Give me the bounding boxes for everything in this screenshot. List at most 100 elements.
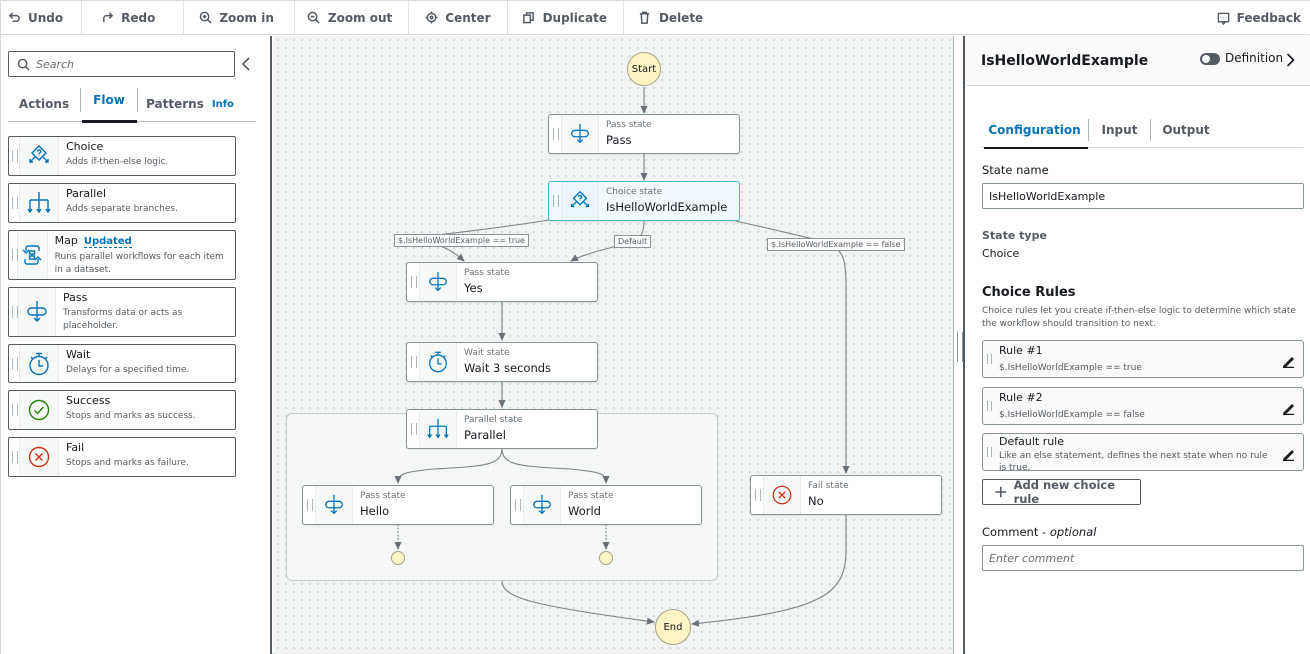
search-input[interactable] (36, 57, 216, 71)
drag-handle[interactable] (9, 231, 18, 279)
flow-item-success[interactable]: Success Stops and marks as success. (8, 390, 236, 430)
tab-configuration[interactable]: Configuration (981, 112, 1088, 149)
node-wait[interactable]: Wait state Wait 3 seconds (406, 342, 598, 382)
flow-item-fail[interactable]: Fail Stops and marks as failure. (8, 437, 236, 477)
choice-icon (571, 190, 589, 208)
flow-item-wait[interactable]: Wait Delays for a specified time. (8, 344, 236, 383)
fail-icon (28, 446, 50, 468)
info-link[interactable]: Info (212, 99, 234, 110)
edit-rule-button[interactable] (1282, 400, 1295, 416)
add-choice-rule-button[interactable]: Add new choice rule (982, 478, 1141, 506)
center-button[interactable]: Center (409, 0, 508, 35)
map-icon (22, 245, 42, 265)
tab-actions[interactable]: Actions (8, 86, 80, 122)
tab-output[interactable]: Output (1151, 112, 1221, 148)
edge-parallel-hello (394, 447, 503, 484)
rule-title: Rule #2 (999, 391, 1043, 404)
state-name-input[interactable] (982, 183, 1304, 209)
drag-handle[interactable] (511, 486, 524, 524)
collapse-panel-button[interactable] (241, 56, 253, 72)
drag-handle[interactable] (9, 288, 20, 336)
drag-handle[interactable] (549, 115, 562, 153)
tab-actions-label: Actions (18, 97, 70, 111)
item-description: Transforms data or acts as placeholder. (63, 308, 183, 331)
pass-icon (533, 494, 551, 515)
parallel-icon (27, 192, 51, 214)
delete-button[interactable]: Delete (624, 1, 721, 35)
drag-handle[interactable] (407, 410, 420, 448)
drag-handle[interactable] (303, 486, 316, 524)
drag-handle[interactable] (751, 476, 764, 514)
drag-handle[interactable] (549, 182, 562, 220)
flow-item-parallel[interactable]: Parallel Adds separate branches. (8, 183, 236, 223)
tab-flow-label: Flow (93, 93, 125, 107)
duplicate-button[interactable]: Duplicate (508, 0, 624, 35)
drag-handle[interactable] (9, 438, 20, 476)
node-kind: Pass state (606, 120, 652, 130)
zoom-out-button[interactable]: Zoom out (295, 0, 410, 35)
edit-rule-button[interactable] (1282, 353, 1295, 369)
tab-input-label: Input (1101, 123, 1138, 137)
node-pass[interactable]: Pass state Pass (548, 114, 740, 154)
wait-icon (29, 352, 49, 375)
choice-rule-default[interactable]: Default rule Like an else statement, def… (982, 433, 1304, 471)
choice-rule-1[interactable]: Rule #1 $.IsHelloWorldExample == true (982, 340, 1304, 378)
item-title: Pass (63, 291, 88, 304)
node-no[interactable]: Fail state No (750, 475, 942, 515)
edge-label-true-rule[interactable]: $.IsHelloWorldExample == true (394, 234, 529, 247)
drag-handle[interactable] (407, 263, 420, 301)
definition-toggle[interactable] (1200, 53, 1220, 65)
drag-handle[interactable] (407, 343, 420, 381)
workflow-canvas[interactable]: Start Pass state Pass Choice state IsHello… (274, 36, 953, 654)
flow-item-pass[interactable]: Pass Transforms data or acts as placehol… (8, 287, 236, 337)
plus-icon (995, 486, 1007, 498)
zoom-in-button[interactable]: Zoom in (184, 0, 295, 35)
node-name: No (808, 494, 824, 508)
undo-icon (7, 11, 21, 25)
node-kind: Wait state (464, 348, 510, 358)
choice-icon (29, 145, 49, 163)
node-kind: Pass state (568, 491, 614, 501)
pass-icon (325, 494, 343, 515)
drag-handle[interactable] (9, 137, 20, 175)
flow-item-map[interactable]: Map Updated Runs parallel workflows for e… (8, 230, 236, 280)
item-title: Parallel (66, 187, 107, 200)
updated-badge[interactable]: Updated (83, 236, 132, 248)
flow-item-choice[interactable]: Choice Adds if-then-else logic. (8, 136, 236, 176)
feedback-button[interactable]: Feedback (1217, 1, 1301, 35)
search-field[interactable] (8, 51, 235, 77)
drag-handle[interactable] (9, 345, 20, 382)
drag-handle[interactable] (9, 391, 20, 429)
node-hello[interactable]: Pass state Hello (302, 485, 494, 525)
node-world[interactable]: Pass state World (510, 485, 702, 525)
node-choice-selected[interactable]: Choice state IsHelloWorldExample (548, 181, 740, 221)
duplicate-label: Duplicate (542, 10, 607, 25)
start-node[interactable]: Start (627, 52, 661, 86)
item-description: Delays for a specified time. (66, 365, 190, 375)
redo-button[interactable]: Redo (82, 0, 185, 35)
end-node[interactable]: End (655, 609, 691, 645)
panel-resize-handle[interactable] (953, 36, 965, 654)
edge-label-false-rule[interactable]: $.IsHelloWorldExample == false (767, 238, 905, 251)
edge-label-default[interactable]: Default (614, 235, 652, 248)
wait-icon (429, 351, 447, 373)
toolbar: Undo Redo Zoom in Zoom out Center Duplic… (1, 0, 1310, 35)
node-parallel[interactable]: Parallel state Parallel (406, 409, 598, 449)
node-name: Hello (360, 504, 390, 518)
undo-button[interactable]: Undo (1, 0, 83, 35)
branch-end-hello (391, 551, 405, 565)
zoom-out-label: Zoom out (327, 10, 393, 25)
zoom-in-icon (198, 11, 212, 25)
expand-definition-button[interactable] (1286, 52, 1296, 68)
search-icon (17, 58, 30, 71)
node-name: Yes (464, 281, 483, 295)
edit-rule-button[interactable] (1282, 446, 1295, 462)
tab-flow[interactable]: Flow (80, 88, 138, 123)
tab-patterns[interactable]: Patterns Info (138, 86, 242, 122)
node-yes[interactable]: Pass state Yes (406, 262, 598, 302)
choice-rule-2[interactable]: Rule #2 $.IsHelloWorldExample == false (982, 387, 1304, 425)
drag-handle[interactable] (9, 184, 20, 222)
tab-input[interactable]: Input (1088, 119, 1151, 141)
node-kind: Pass state (464, 268, 510, 278)
comment-input[interactable] (982, 545, 1304, 571)
